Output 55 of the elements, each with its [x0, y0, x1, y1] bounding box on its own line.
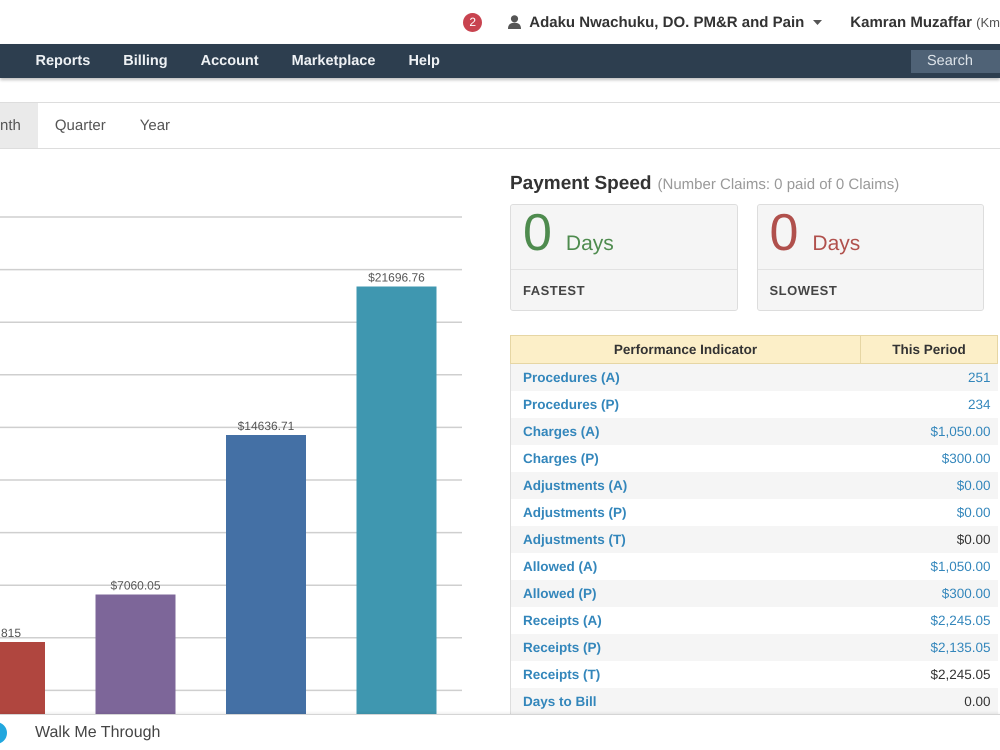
indicator-link[interactable]: Days to Bill: [523, 694, 597, 709]
caret-icon[interactable]: [813, 20, 822, 24]
indicator-link[interactable]: Charges (P): [523, 451, 599, 466]
stat-unit: Days: [812, 232, 860, 256]
value-link[interactable]: $0.00: [956, 478, 990, 493]
indicator-link[interactable]: Charges (A): [523, 424, 600, 439]
bar-value-label: 815: [1, 626, 22, 640]
value-link[interactable]: $1,050.00: [930, 424, 990, 439]
value-link[interactable]: $2,245.05: [930, 613, 990, 628]
indicator-link[interactable]: Procedures (P): [523, 397, 620, 412]
notification-badge[interactable]: 2: [463, 12, 482, 32]
value-text: $0.00: [956, 532, 990, 547]
value-link[interactable]: 234: [968, 397, 990, 412]
search-field[interactable]: Search: [911, 50, 1000, 72]
stat-value: 0: [523, 207, 552, 259]
user-icon: [508, 15, 522, 29]
user-menu[interactable]: Adaku Nwachuku, DO. PM&R and Pain: [529, 14, 804, 30]
indicator-link[interactable]: Allowed (A): [523, 559, 598, 574]
account-menu[interactable]: Kamran Muzaffar (Km: [850, 14, 1000, 30]
period-tab[interactable]: Quarter: [38, 103, 123, 148]
indicator-link[interactable]: Adjustments (T): [523, 532, 626, 547]
value-link[interactable]: $2,135.05: [930, 640, 990, 655]
nav-link[interactable]: Reports: [19, 53, 107, 69]
period-tab[interactable]: Year: [122, 103, 188, 148]
section-title: Payment Speed: [510, 173, 652, 195]
stat-label: SLOWEST: [770, 282, 838, 298]
stat-value: 0: [770, 207, 798, 259]
indicator-link[interactable]: Receipts (A): [523, 613, 602, 628]
stat-unit: Days: [566, 232, 614, 256]
value-link[interactable]: $300.00: [942, 586, 990, 601]
indicator-link[interactable]: Procedures (A): [523, 370, 620, 385]
bar-value-label: $7060.05: [110, 578, 161, 592]
indicator-link[interactable]: Adjustments (P): [523, 505, 627, 520]
value-link[interactable]: 251: [968, 370, 990, 385]
value-link[interactable]: $1,050.00: [930, 559, 990, 574]
indicator-link[interactable]: Receipts (T): [523, 667, 600, 682]
nav-link[interactable]: Account: [184, 53, 276, 69]
section-subtitle: (Number Claims: 0 paid of 0 Claims): [658, 176, 900, 193]
bar-value-label: $21696.76: [368, 270, 425, 284]
nav-link[interactable]: Billing: [106, 53, 184, 69]
indicator-link[interactable]: Adjustments (A): [523, 478, 628, 493]
indicator-link[interactable]: Receipts (P): [523, 640, 602, 655]
table-header-cell: This Period: [860, 336, 998, 364]
table-header-cell: Performance Indicator: [510, 336, 860, 364]
period-tab[interactable]: nth: [0, 103, 38, 148]
stat-label: FASTEST: [523, 282, 586, 298]
nav-link[interactable]: Help: [392, 53, 456, 69]
value-text: 0.00: [964, 694, 990, 709]
bar-value-label: $14636.71: [238, 419, 294, 433]
indicator-link[interactable]: Allowed (P): [523, 586, 596, 601]
value-link[interactable]: $300.00: [942, 451, 990, 466]
nav-link[interactable]: Marketplace: [275, 53, 392, 69]
walk-me-through-link[interactable]: Walk Me Through: [35, 724, 160, 742]
value-text: $2,245.05: [930, 667, 990, 682]
value-link[interactable]: $0.00: [956, 505, 990, 520]
